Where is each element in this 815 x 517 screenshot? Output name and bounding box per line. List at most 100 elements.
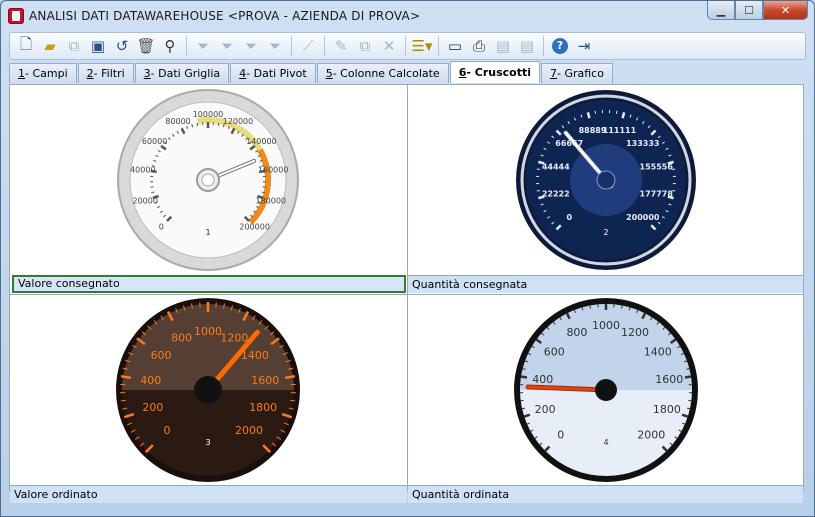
app-icon[interactable] [8, 8, 24, 24]
gauge-tick [120, 374, 132, 380]
gauge-tick [681, 413, 689, 418]
gauge-tick-label: 1400 [644, 345, 672, 358]
gauge-tick-label: 1400 [241, 349, 269, 362]
new-icon[interactable]: 🗋 [14, 35, 38, 57]
gauge-tick [290, 399, 296, 402]
gauge-hub [194, 376, 222, 404]
tab-5[interactable]: 5 - Colonne Calcolate [316, 63, 449, 83]
gauge-tick [196, 122, 199, 127]
gauge-hub [595, 379, 617, 401]
gauge-tick [120, 399, 126, 402]
gauge-tick-label: 2000 [637, 428, 665, 441]
gauge-tick-label: 0 [557, 428, 564, 441]
tab-6[interactable]: 6 - Cruscotti [449, 61, 540, 83]
open-icon[interactable]: ▰ [38, 35, 62, 57]
gauge-tick-label: 177778 [640, 189, 674, 198]
gauge-tick-label: 0 [159, 223, 164, 232]
gauge-index-label: 4 [603, 438, 608, 447]
gauge-tick-label: 200 [142, 401, 163, 414]
gauge-quantita-consegnata: 0222224444466667888891111111333331555561… [516, 90, 696, 270]
close-button[interactable]: ✕ [763, 1, 808, 20]
gauge-tick-label: 111111 [603, 126, 637, 135]
gauge-tick-label: 800 [171, 331, 192, 344]
gauge-tick-label: 200000 [239, 223, 270, 232]
list-icon[interactable]: ☰▾ [410, 35, 434, 57]
undo-icon[interactable]: ↺ [110, 35, 134, 57]
gauge-index-label: 2 [603, 228, 608, 237]
filter-remove-icon[interactable]: ⏷ [239, 35, 263, 57]
gauge-tick-label: 0 [566, 213, 572, 222]
chart-icon[interactable]: ⟋ [296, 35, 320, 57]
gauge-index-label: 1 [205, 228, 210, 237]
gauge-valore-consegnato: 0 20000 40000 60000 80000100000120000 140000 1… [117, 89, 299, 271]
save-icon[interactable]: ▣ [86, 35, 110, 57]
help-icon[interactable]: ? [548, 35, 572, 57]
gauge-tick [217, 122, 220, 127]
gauge-tick-label: 400 [140, 374, 161, 387]
gauge-tick-label: 1600 [251, 374, 279, 387]
gauge-tick-label: 1200 [621, 326, 649, 339]
gauge-tick-label: 44444 [542, 163, 570, 172]
gauge-caption[interactable]: Valore consegnato [12, 275, 406, 293]
find-icon[interactable]: ⚲ [158, 35, 182, 57]
gauge-tick-label: 800 [566, 326, 587, 339]
title-bar[interactable]: ANALISI DATI DATAWAREHOUSE <PROVA - AZIE… [1, 1, 814, 30]
gauge-valore-ordinato: 0200 400 600 800 10001200 1400 1600 1800 2000 3 [116, 298, 300, 482]
gauge-tick-label: 20000 [133, 196, 158, 205]
filter-clear-icon[interactable]: ⏷ [263, 35, 287, 57]
gauge-tick-label: 1600 [655, 373, 683, 386]
edit-icon[interactable]: ✎ [329, 35, 353, 57]
copy-icon[interactable]: ⧉ [62, 35, 86, 57]
gauge-tick-label: 200 [535, 403, 556, 416]
gauge-tick-label: 400 [532, 373, 553, 386]
gauge-tick-label: 180000 [255, 196, 286, 205]
tab-7[interactable]: 7 - Grafico [541, 63, 613, 83]
gauge-tick-label: 1800 [653, 403, 681, 416]
minimize-button[interactable]: ▁ [707, 1, 735, 20]
gauge-caption[interactable]: Quantità ordinata [408, 485, 803, 503]
filter-add-icon[interactable]: ⏷ [215, 35, 239, 57]
gauge-tick [284, 374, 296, 380]
gauge-tick-label: 600 [151, 349, 172, 362]
print-icon[interactable]: ⎙ [467, 35, 491, 57]
maximize-button[interactable]: ☐ [735, 1, 763, 20]
tab-4[interactable]: 4 - Dati Pivot [230, 63, 316, 83]
gauge-tick [523, 413, 531, 418]
delete-icon[interactable]: 🗑 [134, 35, 158, 57]
gauge-tick-label: 160000 [258, 166, 289, 175]
tab-strip: 1 - Campi 2 - Filtri 3 - Dati Griglia 4 - D… [9, 61, 614, 84]
gauge-tick-label: 2000 [235, 424, 263, 437]
paste-icon[interactable]: ⧉ [353, 35, 377, 57]
gauge-tick-label: 40000 [130, 166, 155, 175]
gauge-caption[interactable]: Quantità consegnata [408, 275, 803, 293]
gauge-tick-label: 60000 [142, 137, 167, 146]
gauge-tick [684, 375, 692, 379]
tab-2[interactable]: 2 - Filtri [77, 63, 134, 83]
gauge-tick-label: 1000 [592, 319, 620, 332]
gauge-tick [521, 407, 526, 410]
gauge-tick-label: 120000 [223, 117, 254, 126]
gauge-tick [151, 191, 155, 194]
monitor-icon[interactable]: ▭ [443, 35, 467, 57]
gauge-tick [261, 191, 265, 194]
tab-3[interactable]: 3 - Dati Griglia [134, 63, 230, 83]
gauge-tick [621, 305, 623, 309]
gauge-index-label: 3 [205, 438, 210, 447]
gauge-tick-label: 133333 [626, 139, 659, 148]
gauge-tick [589, 305, 591, 309]
exit-icon[interactable]: ⇥ [572, 35, 596, 57]
gauge-tick-label: 600 [544, 345, 565, 358]
gauge-hub [596, 170, 616, 190]
gauge-tick-label: 1800 [249, 401, 277, 414]
tab-1[interactable]: 1 - Campi [9, 63, 77, 83]
gauge-tick-label: 0 [163, 424, 170, 437]
gauge-hub-center [201, 173, 215, 187]
gauge-tick-label: 80000 [165, 117, 190, 126]
export-icon[interactable]: ▤ [491, 35, 515, 57]
clear-icon[interactable]: ✕ [377, 35, 401, 57]
import-icon[interactable]: ▤ [515, 35, 539, 57]
gauge-caption[interactable]: Valore ordinato [10, 485, 407, 503]
filter-icon[interactable]: ⏷ [191, 35, 215, 57]
gauge-tick [586, 112, 591, 119]
gauge-tick-label: 200000 [626, 213, 660, 222]
